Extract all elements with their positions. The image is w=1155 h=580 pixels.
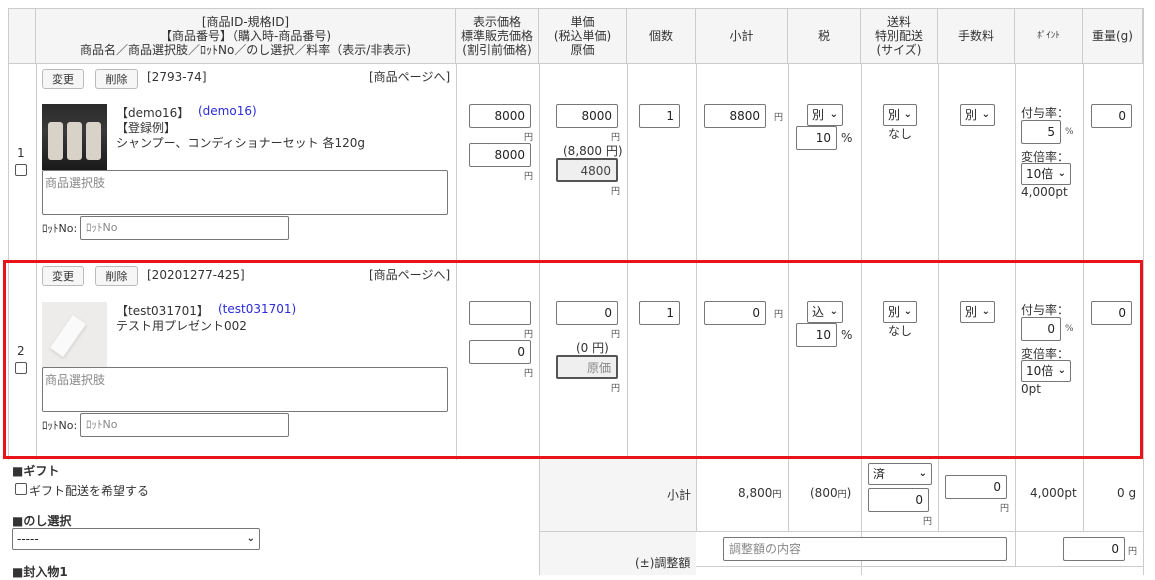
header-text: (税込単価)	[553, 28, 612, 43]
header-text: 商品名／商品選択肢／ﾛｯﾄNo／のし選択／料率（表示/非表示)	[79, 42, 412, 57]
change-button[interactable]: 変更	[42, 69, 84, 89]
cost-input[interactable]: 4800	[556, 158, 618, 182]
grant-rate-input[interactable]: 5	[1021, 120, 1061, 144]
tax-close: )	[846, 486, 852, 500]
noshi-select[interactable]: ----- ⌄	[12, 528, 260, 550]
adjustment-amount-input[interactable]: 0	[1063, 537, 1125, 561]
yen-label: 円	[774, 113, 784, 123]
yen-label: 円	[1128, 547, 1138, 557]
tax-total: (800円)	[810, 486, 851, 500]
weight-total: 0 g	[1117, 486, 1137, 500]
subtotal-label: 小計	[667, 488, 692, 502]
grant-rate-label: 付与率：	[1021, 106, 1070, 120]
standard-price-input[interactable]: 8000	[469, 143, 531, 167]
select-value: -----	[17, 532, 39, 546]
product-id: [2793-74]	[147, 70, 207, 84]
lot-label: ﾛｯﾄNo:	[42, 222, 78, 235]
lot-input[interactable]: ﾛｯﾄNo	[80, 216, 289, 240]
table-row: 1 変更 削除 [2793-74] [商品ページへ] 【demo16】 (dem…	[0, 63, 1155, 261]
chevron-down-icon: ⌄	[829, 109, 838, 120]
gift-heading: ■ギフト	[12, 464, 60, 478]
tax-rate-input[interactable]: 10	[796, 126, 837, 150]
header-product: [商品ID-規格ID] 【商品番号】（購入時-商品番号) 商品名／商品選択肢／ﾛｯﾄ…	[36, 8, 456, 63]
qty-input[interactable]: 1	[639, 104, 680, 128]
unit-price-input[interactable]: 8000	[556, 104, 618, 128]
percent-label: %	[1065, 127, 1074, 137]
header-text: 単価	[570, 14, 595, 29]
fee-total-input[interactable]: 0	[945, 475, 1007, 499]
product-name: シャンプー、コンディショナーセット 各120g	[116, 136, 366, 150]
points-value: 4,000pt	[1021, 185, 1068, 199]
header-text: 原価	[570, 42, 595, 57]
shipping-status-select[interactable]: 済 ⌄	[868, 463, 932, 485]
tax-value: (800	[810, 486, 838, 500]
header-text: [商品ID-規格ID]	[201, 14, 290, 29]
header-weight: 重量(g)	[1083, 8, 1143, 63]
tax-mode-select[interactable]: 別 ⌄	[807, 104, 843, 126]
row-index: 1	[17, 146, 25, 160]
purchase-code: (demo16)	[198, 104, 257, 118]
points-total: 4,000pt	[1030, 486, 1077, 500]
shipping-size: なし	[888, 127, 913, 141]
header-text: 特別配送	[874, 28, 923, 43]
yen-label: 円	[923, 517, 933, 527]
header-price: 表示価格 標準販売価格 (割引前価格)	[456, 8, 539, 63]
noshi-heading: ■のし選択	[12, 514, 72, 528]
adjustment-description-input[interactable]: 調整額の内容	[723, 537, 1007, 561]
header-index	[8, 8, 36, 63]
header-point: ﾎﾟｲﾝﾄ	[1015, 8, 1083, 63]
weight-input[interactable]: 0	[1091, 104, 1132, 128]
header-unit: 単価 (税込単価) 原価	[539, 8, 627, 63]
yen-label: 円	[524, 172, 534, 182]
row-checkbox[interactable]	[15, 164, 27, 176]
highlight-box	[3, 260, 1143, 459]
option-textarea[interactable]: 商品選択肢	[42, 170, 448, 215]
header-shipping: 送料 特別配送 (サイズ)	[861, 8, 938, 63]
yen-label: 円	[524, 133, 534, 143]
header-subtotal: 小計	[696, 8, 788, 63]
header-fee: 手数料	[938, 8, 1015, 63]
yen-label: 円	[772, 490, 782, 500]
gift-checkbox[interactable]	[15, 483, 27, 495]
select-value: 10倍	[1026, 167, 1054, 181]
header-text: 表示価格	[472, 14, 521, 29]
yen-label: 円	[1000, 504, 1010, 514]
header-qty: 個数	[627, 8, 696, 63]
product-image	[42, 104, 107, 170]
gift-checkbox-label[interactable]: ギフト配送を希望する	[29, 482, 149, 499]
yen-label: 円	[837, 490, 847, 500]
multiplier-select[interactable]: 10倍 ⌄	[1021, 163, 1071, 185]
adjustment-label: (±)調整額	[635, 556, 691, 570]
percent-label: %	[841, 131, 853, 145]
product-page-link[interactable]: [商品ページへ]	[369, 68, 450, 85]
subtotal-total: 8,800円	[738, 486, 781, 500]
chevron-down-icon: ⌄	[981, 109, 990, 120]
header-text: 送料	[886, 14, 911, 29]
chevron-down-icon: ⌄	[246, 533, 255, 544]
chevron-down-icon: ⌄	[918, 468, 927, 479]
shipping-mode-select[interactable]: 別 ⌄	[883, 104, 917, 126]
header-text: (サイズ)	[876, 42, 922, 57]
select-value: 別	[812, 108, 825, 122]
header-text: (割引前価格)	[462, 42, 532, 57]
select-value: 別	[965, 108, 978, 122]
fee-mode-select[interactable]: 別 ⌄	[960, 104, 995, 126]
subtotal-value: 8,800	[738, 486, 773, 500]
chevron-down-icon: ⌄	[903, 109, 912, 120]
yen-label: 円	[611, 187, 621, 197]
header-text: 【商品番号】（購入時-商品番号)	[159, 28, 331, 43]
header-tax: 税	[788, 8, 861, 63]
select-value: 済	[873, 467, 886, 481]
select-value: 別	[888, 108, 901, 122]
display-price-input[interactable]: 8000	[469, 104, 531, 128]
delete-button[interactable]: 削除	[95, 69, 138, 89]
shipping-total-input[interactable]: 0	[868, 488, 929, 512]
subtotal-input[interactable]: 8800	[704, 104, 766, 128]
header-text: 標準販売価格	[460, 28, 533, 43]
enclosure-heading: ■封入物1	[12, 565, 68, 579]
chevron-down-icon: ⌄	[1057, 168, 1066, 179]
tax-included-price: (8,800 円)	[563, 144, 623, 158]
